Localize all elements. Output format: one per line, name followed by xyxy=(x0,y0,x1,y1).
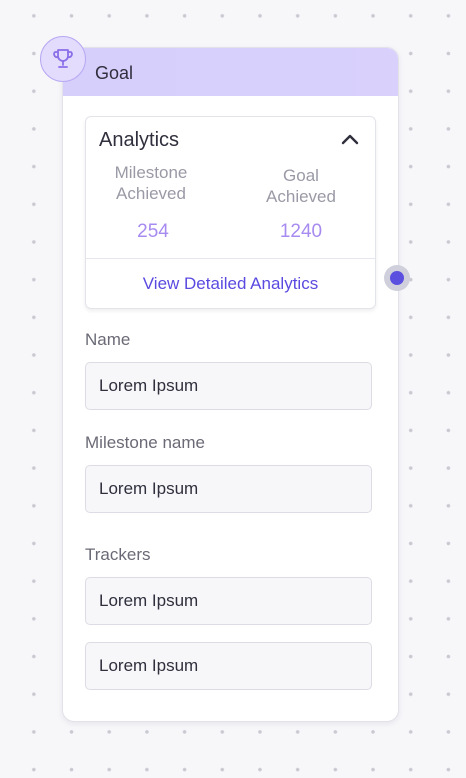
card-divider xyxy=(86,258,375,259)
tracker-input-2[interactable] xyxy=(85,642,372,690)
milestone-name-label: Milestone name xyxy=(85,433,206,452)
goal-achieved-label-text: Goal Achieved xyxy=(266,166,336,206)
tracker-input-1[interactable] xyxy=(85,577,372,625)
analytics-title: Analytics xyxy=(99,129,180,151)
connection-handle[interactable] xyxy=(384,265,410,291)
goal-achieved-value: 1240 xyxy=(279,221,323,242)
trophy-icon xyxy=(53,49,73,68)
trophy-badge xyxy=(40,36,86,82)
analytics-card: Analytics Milestone Achieved 254 Goal Ac… xyxy=(85,116,376,309)
milestone-achieved-label: Milestone Achieved xyxy=(114,163,188,203)
name-label: Name xyxy=(85,330,131,349)
view-analytics-link[interactable]: View Detailed Analytics xyxy=(86,274,375,294)
handle-dot xyxy=(390,271,404,285)
node-header: Goal xyxy=(63,48,398,96)
trackers-label: Trackers xyxy=(85,545,151,564)
milestone-name-input[interactable] xyxy=(85,465,372,513)
milestone-achieved-value: 254 xyxy=(137,221,169,242)
goal-achieved-label: Goal Achieved xyxy=(241,165,361,207)
node-title: Goal xyxy=(95,63,134,83)
name-input[interactable] xyxy=(85,362,372,410)
chevron-up-icon[interactable] xyxy=(341,132,359,146)
